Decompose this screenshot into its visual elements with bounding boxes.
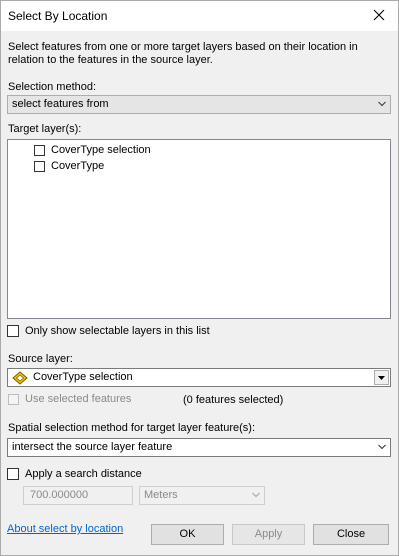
target-layer-label: CoverType bbox=[51, 160, 105, 172]
spatial-method-value: intersect the source layer feature bbox=[12, 441, 173, 453]
description-text: Select features from one or more target … bbox=[8, 41, 358, 66]
only-selectable-label: Only show selectable layers in this list bbox=[25, 325, 210, 337]
target-layer-checkbox[interactable] bbox=[34, 160, 45, 172]
triangle-down-icon bbox=[378, 375, 385, 380]
source-layer-dropdown[interactable]: CoverType selection bbox=[7, 368, 391, 387]
selection-method-value: select features from bbox=[12, 98, 109, 110]
selection-method-label: Selection method: bbox=[8, 81, 97, 93]
target-layer-label: CoverType selection bbox=[51, 144, 151, 156]
search-distance-checkbox-row[interactable]: Apply a search distance bbox=[7, 468, 142, 480]
target-layer-item[interactable]: CoverType selection bbox=[34, 143, 151, 157]
features-selected-count: (0 features selected) bbox=[183, 394, 284, 406]
apply-button[interactable]: Apply bbox=[232, 524, 305, 545]
window-title: Select By Location bbox=[8, 9, 108, 23]
use-selected-checkbox-row[interactable]: Use selected features bbox=[8, 393, 131, 405]
chevron-down-icon bbox=[378, 101, 386, 107]
chevron-down-icon bbox=[252, 492, 260, 498]
selection-method-dropdown[interactable]: select features from bbox=[7, 95, 391, 114]
selection-layer-icon bbox=[12, 370, 28, 385]
source-layer-value: CoverType selection bbox=[33, 371, 133, 383]
search-distance-label: Apply a search distance bbox=[25, 468, 142, 480]
about-select-by-location-link[interactable]: About select by location bbox=[7, 523, 123, 535]
target-layers-list[interactable]: CoverType selection CoverType bbox=[7, 139, 391, 319]
target-layer-checkbox[interactable] bbox=[34, 144, 45, 156]
target-layers-label: Target layer(s): bbox=[8, 123, 82, 135]
select-by-location-dialog: Select By Location Select features from … bbox=[0, 0, 399, 556]
source-layer-dropdown-button[interactable] bbox=[374, 370, 389, 385]
search-distance-checkbox[interactable] bbox=[7, 468, 19, 480]
search-distance-input[interactable]: 700.000000 bbox=[23, 486, 133, 505]
spatial-method-label: Spatial selection method for target laye… bbox=[8, 422, 256, 434]
chevron-down-icon bbox=[378, 444, 386, 450]
distance-units-dropdown[interactable]: Meters bbox=[139, 486, 265, 505]
title-bar: Select By Location bbox=[1, 1, 398, 31]
distance-units-value: Meters bbox=[144, 489, 178, 501]
close-window-button[interactable] bbox=[366, 4, 392, 26]
close-button[interactable]: Close bbox=[313, 524, 389, 545]
use-selected-label: Use selected features bbox=[25, 393, 132, 405]
spatial-method-dropdown[interactable]: intersect the source layer feature bbox=[7, 438, 391, 457]
close-icon bbox=[373, 9, 385, 21]
target-layer-item[interactable]: CoverType bbox=[34, 159, 104, 173]
source-layer-label: Source layer: bbox=[8, 353, 73, 365]
only-selectable-checkbox-row[interactable]: Only show selectable layers in this list bbox=[7, 325, 210, 337]
use-selected-checkbox[interactable] bbox=[8, 393, 19, 405]
ok-button[interactable]: OK bbox=[151, 524, 224, 545]
only-selectable-checkbox[interactable] bbox=[7, 325, 19, 337]
